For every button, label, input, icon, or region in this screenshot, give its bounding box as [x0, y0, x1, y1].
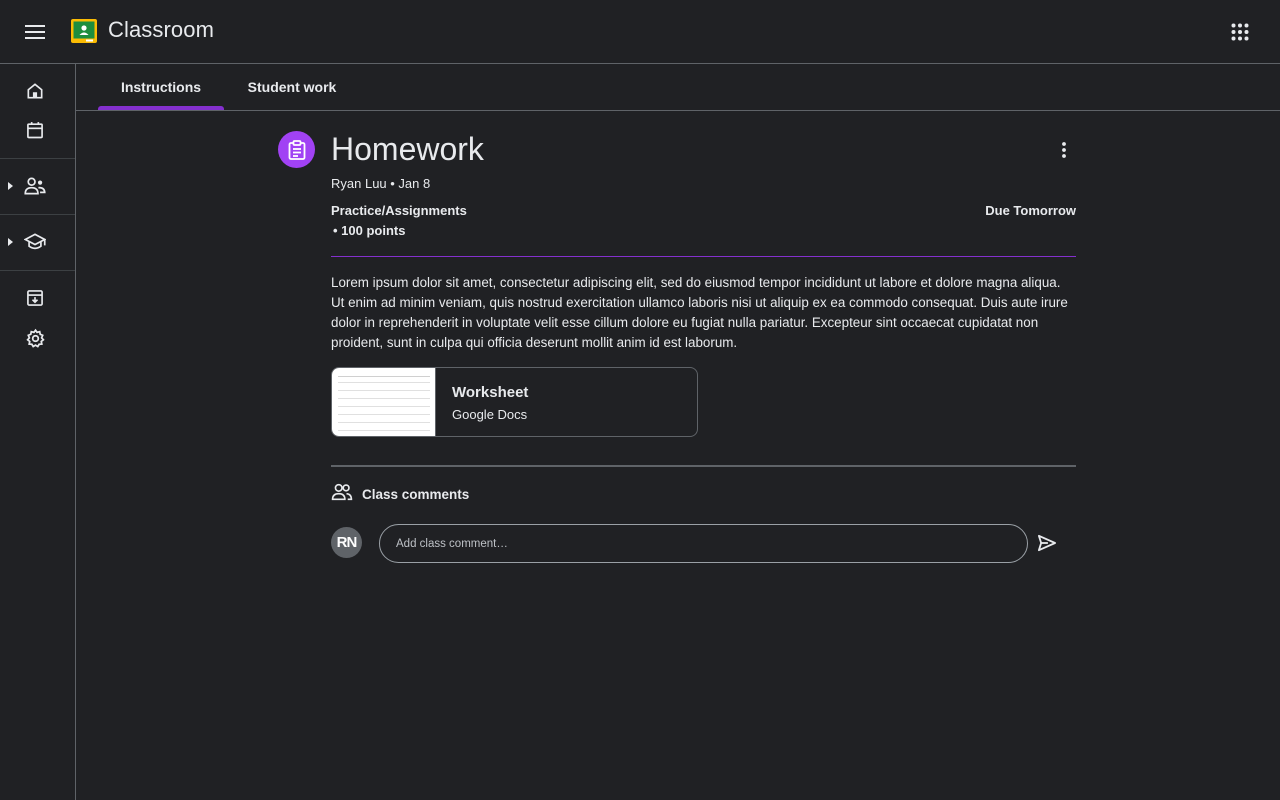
hamburger-menu-icon[interactable]: [17, 14, 53, 50]
send-icon[interactable]: [1032, 528, 1062, 558]
tab-instructions[interactable]: Instructions: [98, 64, 224, 110]
expand-caret-icon[interactable]: [8, 182, 13, 190]
attachment-type: Google Docs: [452, 407, 528, 422]
rail-divider: [0, 214, 75, 215]
app-title[interactable]: Classroom: [108, 17, 214, 43]
active-tab-indicator: [98, 106, 224, 110]
settings-gear-icon[interactable]: [15, 320, 55, 356]
attachment-title: Worksheet: [452, 384, 529, 401]
calendar-icon[interactable]: [15, 112, 55, 148]
people-icon: [331, 483, 353, 506]
rail-divider: [0, 270, 75, 271]
document-thumbnail: [332, 368, 436, 436]
assignment-description: Lorem ipsum dolor sit amet, consectetur …: [331, 275, 1068, 350]
assignment-category: Practice/Assignments: [331, 203, 467, 218]
class-comment-input[interactable]: [379, 524, 1028, 563]
classroom-logo-icon[interactable]: [71, 19, 97, 43]
due-date: Due Tomorrow: [985, 203, 1076, 218]
class-comments-label: Class comments: [362, 486, 470, 502]
assignment-meta: Ryan Luu • Jan 8: [331, 176, 431, 191]
top-app-bar: Classroom: [0, 0, 1280, 64]
avatar[interactable]: RN: [331, 527, 362, 558]
header-divider: [331, 256, 1076, 257]
comments-divider: [331, 465, 1076, 467]
tab-student-work[interactable]: Student work: [236, 64, 348, 110]
assignment-points: • 100 points: [333, 223, 406, 238]
attachment-card[interactable]: Worksheet Google Docs: [331, 367, 698, 437]
assignment-icon: [278, 131, 315, 168]
expand-caret-icon[interactable]: [8, 238, 13, 246]
tab-bar: Instructions Student work: [76, 64, 1280, 111]
school-icon[interactable]: [15, 224, 55, 260]
navigation-rail: [0, 64, 76, 800]
archive-icon[interactable]: [15, 280, 55, 316]
home-icon[interactable]: [15, 73, 55, 109]
rail-divider: [0, 158, 75, 159]
more-options-icon[interactable]: [1048, 134, 1080, 166]
class-comments-header: Class comments: [331, 483, 470, 506]
assignment-title: Homework: [331, 131, 484, 167]
people-icon[interactable]: [15, 168, 55, 204]
apps-grid-icon[interactable]: [1222, 14, 1258, 50]
